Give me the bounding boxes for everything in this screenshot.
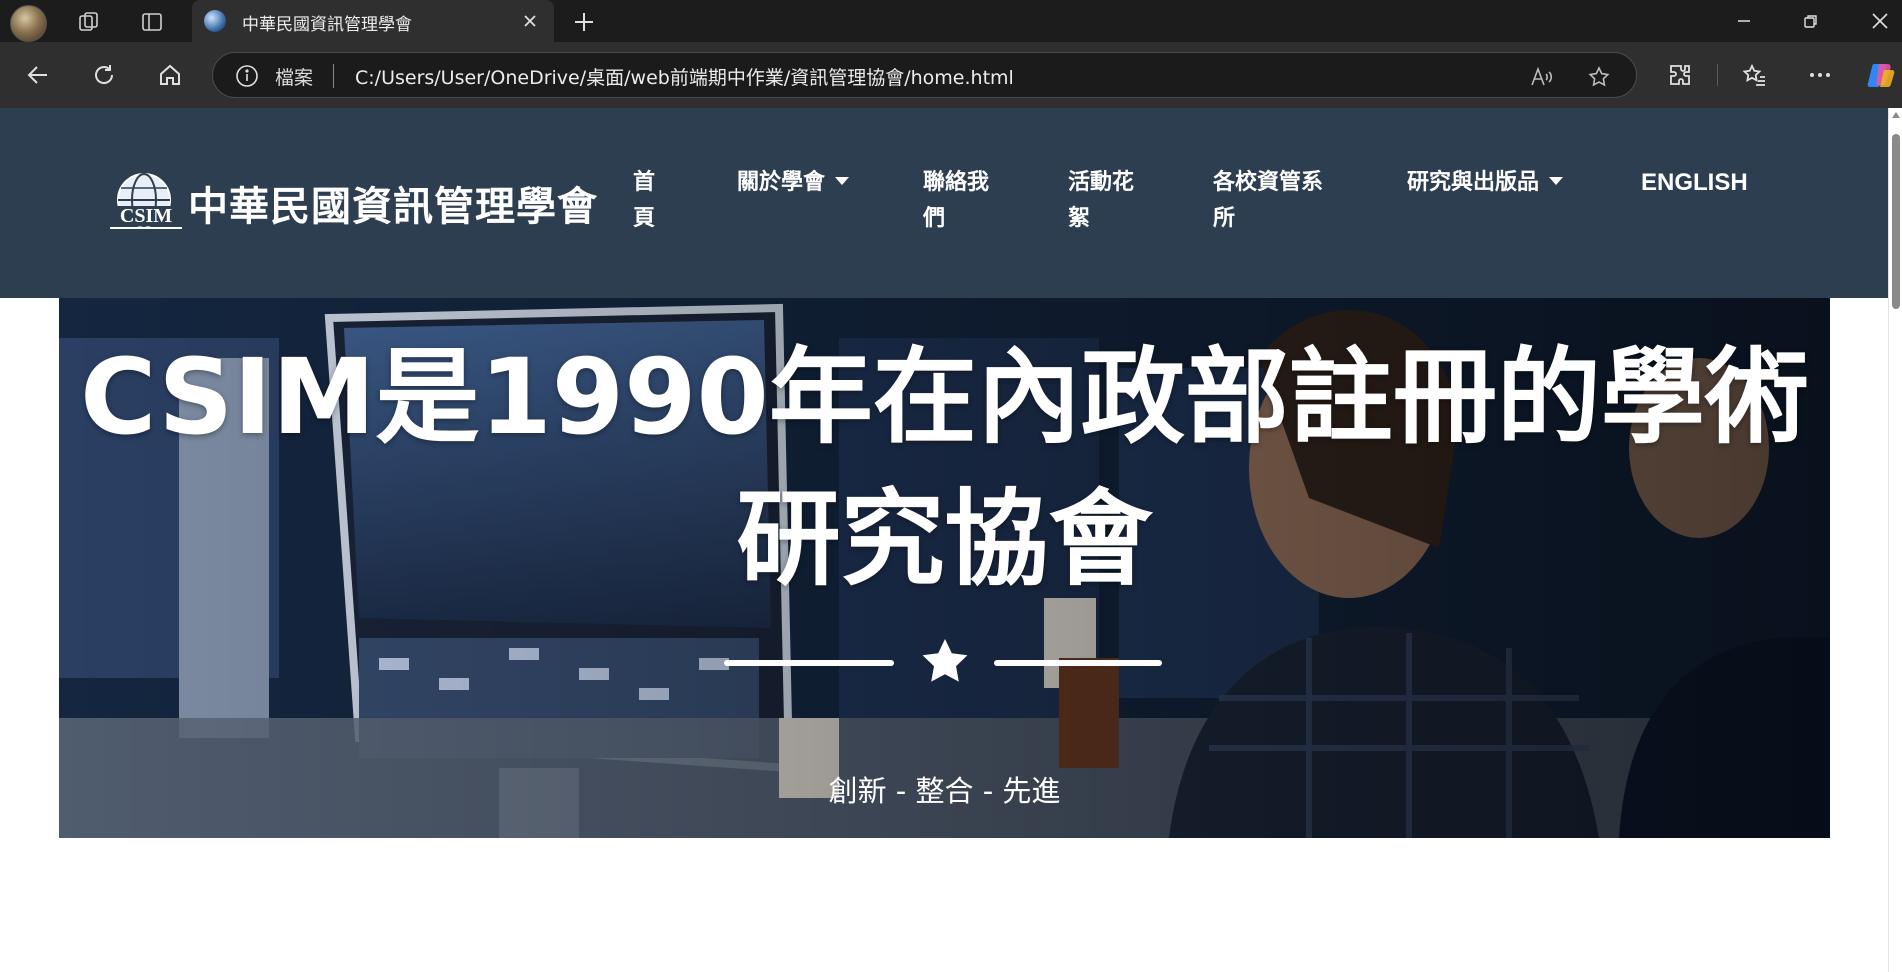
copilot-icon[interactable] (1865, 59, 1897, 91)
address-bar[interactable]: 檔案 C:/Users/User/OneDrive/桌面/web前端期中作業/資… (212, 52, 1637, 98)
url-text[interactable]: C:/Users/User/OneDrive/桌面/web前端期中作業/資訊管理… (355, 63, 1014, 90)
tab-title: 中華民國資訊管理學會 (242, 15, 412, 35)
refresh-icon[interactable] (88, 59, 120, 91)
scrollbar-thumb[interactable] (1892, 134, 1900, 309)
nav-contact-label: 聯絡我們 (923, 170, 990, 231)
page-scrollbar[interactable] (1888, 108, 1902, 972)
page-viewport: CSIM 中華民國資訊管理學會 首頁 關於學會 聯絡我們 活動花絮 各校資管系所… (0, 108, 1902, 972)
workspaces-icon[interactable] (76, 9, 102, 35)
brand-name[interactable]: 中華民國資訊管理學會 (188, 174, 598, 232)
nav-gallery-label: 活動花絮 (1068, 170, 1135, 231)
info-icon[interactable] (235, 64, 259, 88)
minimize-icon[interactable] (1724, 6, 1764, 36)
nav-home-label: 首頁 (633, 170, 656, 231)
more-options-icon[interactable] (1804, 59, 1836, 91)
divider-line-right (994, 660, 1162, 666)
active-tab[interactable]: 中華民國資訊管理學會 (192, 0, 554, 42)
nav-research-label: 研究與出版品 (1407, 170, 1540, 195)
csim-logo-icon: CSIM (106, 172, 184, 234)
profile-avatar[interactable] (10, 5, 47, 42)
divider-line-left (724, 660, 894, 666)
site-favicon-icon (204, 10, 226, 32)
extensions-icon[interactable] (1664, 59, 1696, 91)
hero-title: CSIM是1990年在內政部註冊的學術研究協會 (80, 336, 1809, 600)
nav-schools-label: 各校資管系所 (1213, 170, 1324, 231)
address-divider (333, 64, 334, 88)
toolbar-divider (1717, 64, 1718, 86)
chevron-down-icon (835, 177, 850, 185)
chevron-down-icon (1549, 177, 1564, 185)
vertical-tabs-icon[interactable] (139, 9, 165, 35)
brand-link[interactable]: CSIM 中華民國資訊管理學會 (106, 172, 598, 234)
nav-gallery[interactable]: 活動花絮 (1068, 165, 1148, 237)
hero-subtitle: 創新 - 整合 - 先進 (828, 774, 1061, 808)
close-tab-icon[interactable] (518, 9, 542, 33)
browser-tab-strip: 中華民國資訊管理學會 (0, 0, 1902, 42)
favorite-star-icon[interactable] (1586, 64, 1612, 90)
protocol-label: 檔案 (275, 67, 314, 89)
home-icon[interactable] (154, 59, 186, 91)
read-aloud-icon[interactable] (1528, 64, 1554, 90)
site-navbar: CSIM 中華民國資訊管理學會 首頁 關於學會 聯絡我們 活動花絮 各校資管系所… (0, 108, 1888, 298)
nav-about-label: 關於學會 (737, 170, 826, 195)
hero-banner: CSIM是1990年在內政部註冊的學術研究協會 創新 - 整合 - 先進 (59, 298, 1830, 838)
nav-home[interactable]: 首頁 (633, 165, 663, 237)
nav-english[interactable]: ENGLISH (1641, 165, 1748, 201)
close-window-icon[interactable] (1860, 6, 1900, 36)
restore-icon[interactable] (1791, 6, 1831, 36)
star-icon (922, 639, 968, 682)
scroll-up-icon[interactable] (1892, 112, 1900, 118)
svg-text:CSIM: CSIM (120, 205, 172, 227)
favorites-icon[interactable] (1738, 59, 1770, 91)
back-icon[interactable] (22, 59, 54, 91)
nav-english-label: ENGLISH (1641, 169, 1748, 196)
browser-toolbar: 檔案 C:/Users/User/OneDrive/桌面/web前端期中作業/資… (0, 42, 1902, 108)
nav-research-dropdown[interactable]: 研究與出版品 (1407, 165, 1564, 201)
nav-schools[interactable]: 各校資管系所 (1213, 165, 1343, 237)
nav-about-dropdown[interactable]: 關於學會 (737, 165, 850, 201)
nav-contact[interactable]: 聯絡我們 (923, 165, 1003, 237)
new-tab-icon[interactable] (570, 8, 598, 36)
